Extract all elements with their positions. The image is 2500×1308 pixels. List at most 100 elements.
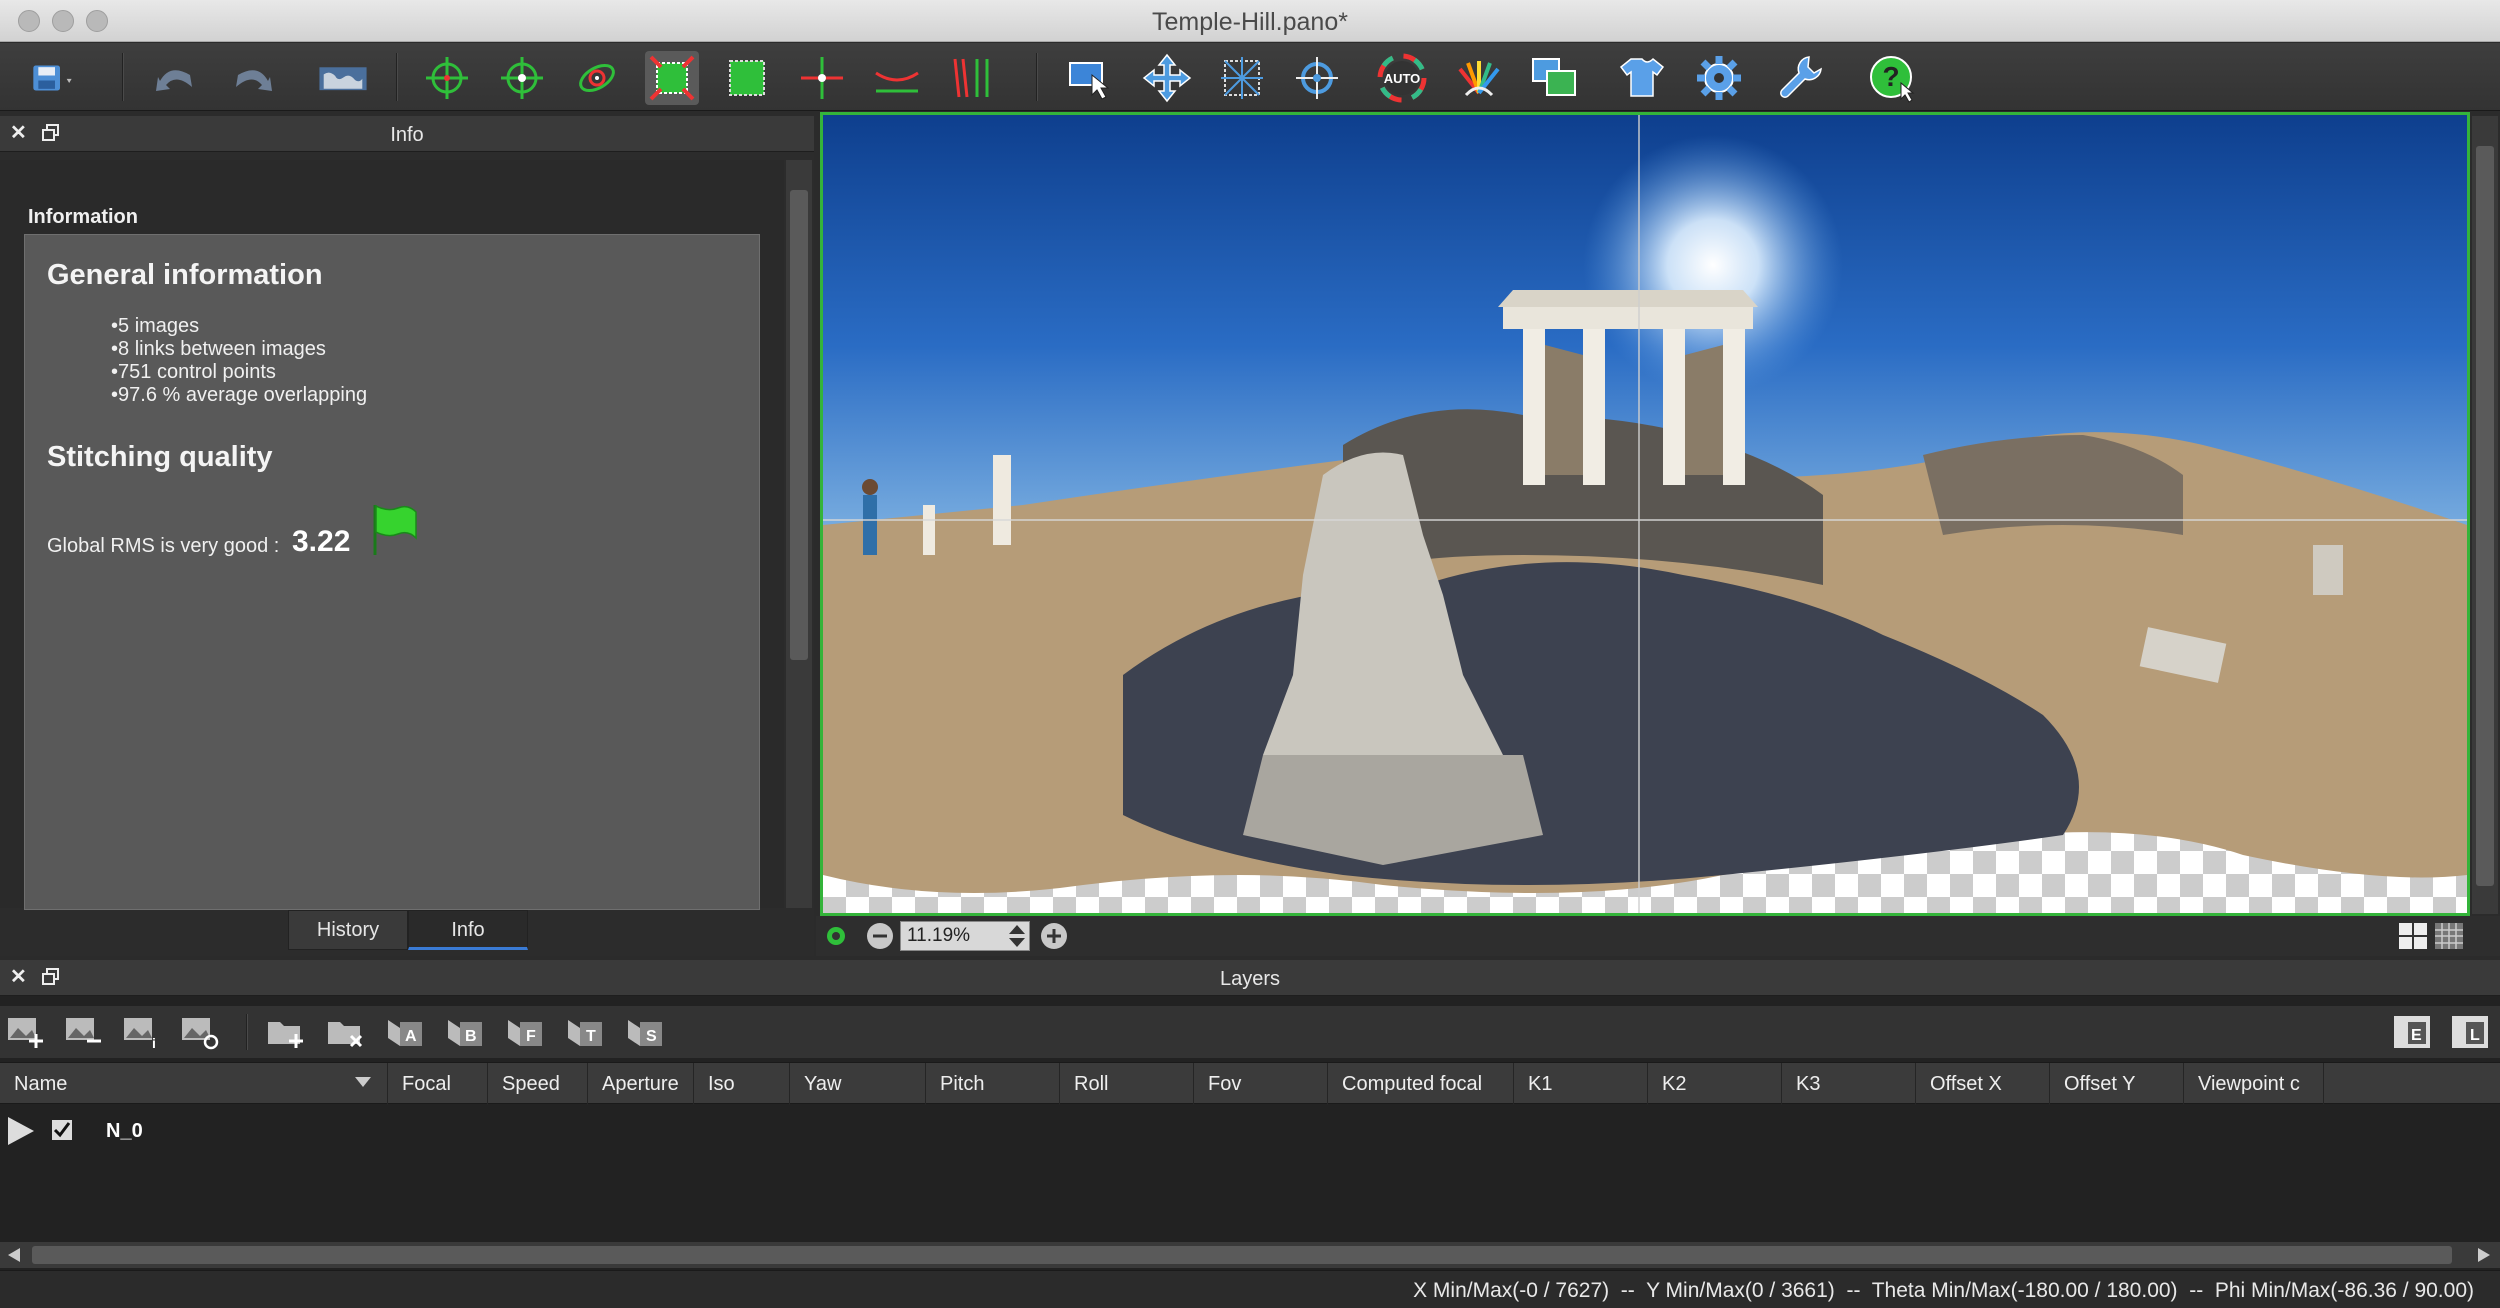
sort-descending-icon[interactable] <box>354 1075 372 1089</box>
column-header-iso[interactable]: Iso <box>694 1063 790 1105</box>
layer-s-icon[interactable]: S <box>626 1014 666 1050</box>
layer-e-toggle-icon[interactable]: E <box>2392 1014 2432 1050</box>
world-map-button[interactable] <box>308 51 378 105</box>
color-fan-icon <box>1458 61 1500 97</box>
column-header-focal[interactable]: Focal <box>388 1063 488 1105</box>
add-control-point-button[interactable] <box>495 51 549 105</box>
save-button[interactable] <box>20 51 90 105</box>
color-fan-button[interactable] <box>1452 51 1506 105</box>
move-button[interactable] <box>1140 51 1194 105</box>
list-item: 5 images <box>111 315 367 338</box>
panorama-viewer[interactable] <box>820 112 2470 916</box>
app-window: Temple-Hill.pano* AUTO ? ✕ Info Informat… <box>0 0 2500 1308</box>
select-button[interactable] <box>1062 51 1116 105</box>
svg-text:i: i <box>152 1035 156 1050</box>
replace-image-icon[interactable] <box>180 1014 220 1050</box>
scroll-left-icon[interactable] <box>6 1246 22 1264</box>
fit-crop-button[interactable] <box>645 51 699 105</box>
expand-triangle-icon[interactable] <box>4 1114 38 1148</box>
grid-transform-button[interactable] <box>1215 51 1269 105</box>
info-scrollbar-thumb[interactable] <box>790 190 808 660</box>
status-coordinates: X Min/Max(-0 / 7627) -- Y Min/Max(0 / 36… <box>1413 1279 2474 1302</box>
crop-button[interactable] <box>720 51 774 105</box>
svg-text:T: T <box>586 1028 596 1045</box>
zoom-out-icon[interactable] <box>866 922 894 950</box>
help-icon: ? <box>1870 56 1915 103</box>
info-scrollbar[interactable] <box>786 160 812 908</box>
undo-button[interactable] <box>148 51 202 105</box>
delete-group-icon[interactable] <box>326 1014 366 1050</box>
tools-button[interactable] <box>1775 51 1829 105</box>
viewer-vertical-scrollbar[interactable] <box>2472 116 2498 914</box>
preview-settings-icon[interactable] <box>824 924 848 948</box>
column-header-offset-x[interactable]: Offset X <box>1916 1063 2050 1105</box>
shirt-button[interactable] <box>1615 51 1669 105</box>
layers-toolbar: i A B F T S E L <box>0 1006 2500 1058</box>
information-box: General information 5 images 8 links bet… <box>24 234 760 910</box>
column-header-pitch[interactable]: Pitch <box>926 1063 1060 1105</box>
layer-b-icon[interactable]: B <box>446 1014 486 1050</box>
add-image-icon[interactable] <box>6 1014 46 1050</box>
tab-history[interactable]: History <box>288 910 408 950</box>
wrench-icon <box>1780 56 1822 98</box>
auto-color-button[interactable]: AUTO <box>1375 51 1429 105</box>
control-points-button[interactable] <box>420 51 474 105</box>
add-group-icon[interactable] <box>266 1014 306 1050</box>
viewer-vscroll-thumb[interactable] <box>2476 146 2494 886</box>
column-header-aperture[interactable]: Aperture <box>588 1063 694 1105</box>
column-header-roll[interactable]: Roll <box>1060 1063 1194 1105</box>
info-panel-header: ✕ Info <box>0 116 814 152</box>
vertical-lines-button[interactable] <box>945 51 999 105</box>
column-header-k2[interactable]: K2 <box>1648 1063 1782 1105</box>
target-button[interactable] <box>1290 51 1344 105</box>
title-bar: Temple-Hill.pano* <box>0 0 2500 42</box>
zoom-stepper-icon[interactable] <box>1006 923 1028 949</box>
column-header-name[interactable]: Name <box>0 1063 388 1105</box>
column-header-fov[interactable]: Fov <box>1194 1063 1328 1105</box>
settings-button[interactable] <box>1692 51 1746 105</box>
layers-hscroll-thumb[interactable] <box>32 1246 2452 1264</box>
column-header-yaw[interactable]: Yaw <box>790 1063 926 1105</box>
image-info-icon[interactable]: i <box>122 1014 162 1050</box>
column-header-offset-y[interactable]: Offset Y <box>2050 1063 2184 1105</box>
grid-view-icon[interactable] <box>2434 922 2464 950</box>
list-item: 97.6 % average overlapping <box>111 384 367 407</box>
orbit-button[interactable] <box>570 51 624 105</box>
redo-button[interactable] <box>226 51 280 105</box>
column-header-k1[interactable]: K1 <box>1514 1063 1648 1105</box>
layer-l-toggle-icon[interactable]: L <box>2450 1014 2490 1050</box>
layer-a-icon[interactable]: A <box>386 1014 426 1050</box>
help-button[interactable]: ? <box>1865 51 1919 105</box>
auto-color-icon: AUTO <box>1377 53 1427 103</box>
table-row[interactable]: N_0 <box>0 1112 2500 1150</box>
world-map-icon <box>319 67 367 91</box>
split-view-icon[interactable] <box>2398 922 2428 950</box>
tab-info[interactable]: Info <box>408 910 528 950</box>
svg-text:F: F <box>526 1028 536 1045</box>
column-header-k3[interactable]: K3 <box>1782 1063 1916 1105</box>
zoom-in-icon[interactable] <box>1040 922 1068 950</box>
control-point-icon <box>426 57 468 99</box>
column-header-computed-focal[interactable]: Computed focal <box>1328 1063 1514 1105</box>
gear-icon <box>1697 56 1741 100</box>
column-header-viewpoint[interactable]: Viewpoint c <box>2184 1063 2324 1105</box>
scroll-right-icon[interactable] <box>2476 1246 2492 1264</box>
svg-text:AUTO: AUTO <box>1384 71 1421 86</box>
viewer-zoom-bar: 11.19% <box>816 916 2500 956</box>
horizon-icon <box>801 57 843 99</box>
svg-text:B: B <box>465 1028 477 1045</box>
layer-visibility-checkbox[interactable] <box>50 1118 74 1142</box>
layers-horizontal-scrollbar[interactable] <box>0 1242 2500 1268</box>
column-header-speed[interactable]: Speed <box>488 1063 588 1105</box>
straighten-button[interactable] <box>870 51 924 105</box>
move-icon <box>1142 53 1192 103</box>
horizon-button[interactable] <box>795 51 849 105</box>
redo-icon <box>236 70 272 91</box>
window-title: Temple-Hill.pano* <box>1152 8 1348 36</box>
shirt-icon <box>1619 57 1665 97</box>
layer-f-icon[interactable]: F <box>506 1014 546 1050</box>
layers-panel: ✕ Layers i A B F T S E L Name Focal Spee… <box>0 960 2500 1270</box>
remove-image-icon[interactable] <box>64 1014 104 1050</box>
images-button[interactable] <box>1527 51 1581 105</box>
layer-t-icon[interactable]: T <box>566 1014 606 1050</box>
